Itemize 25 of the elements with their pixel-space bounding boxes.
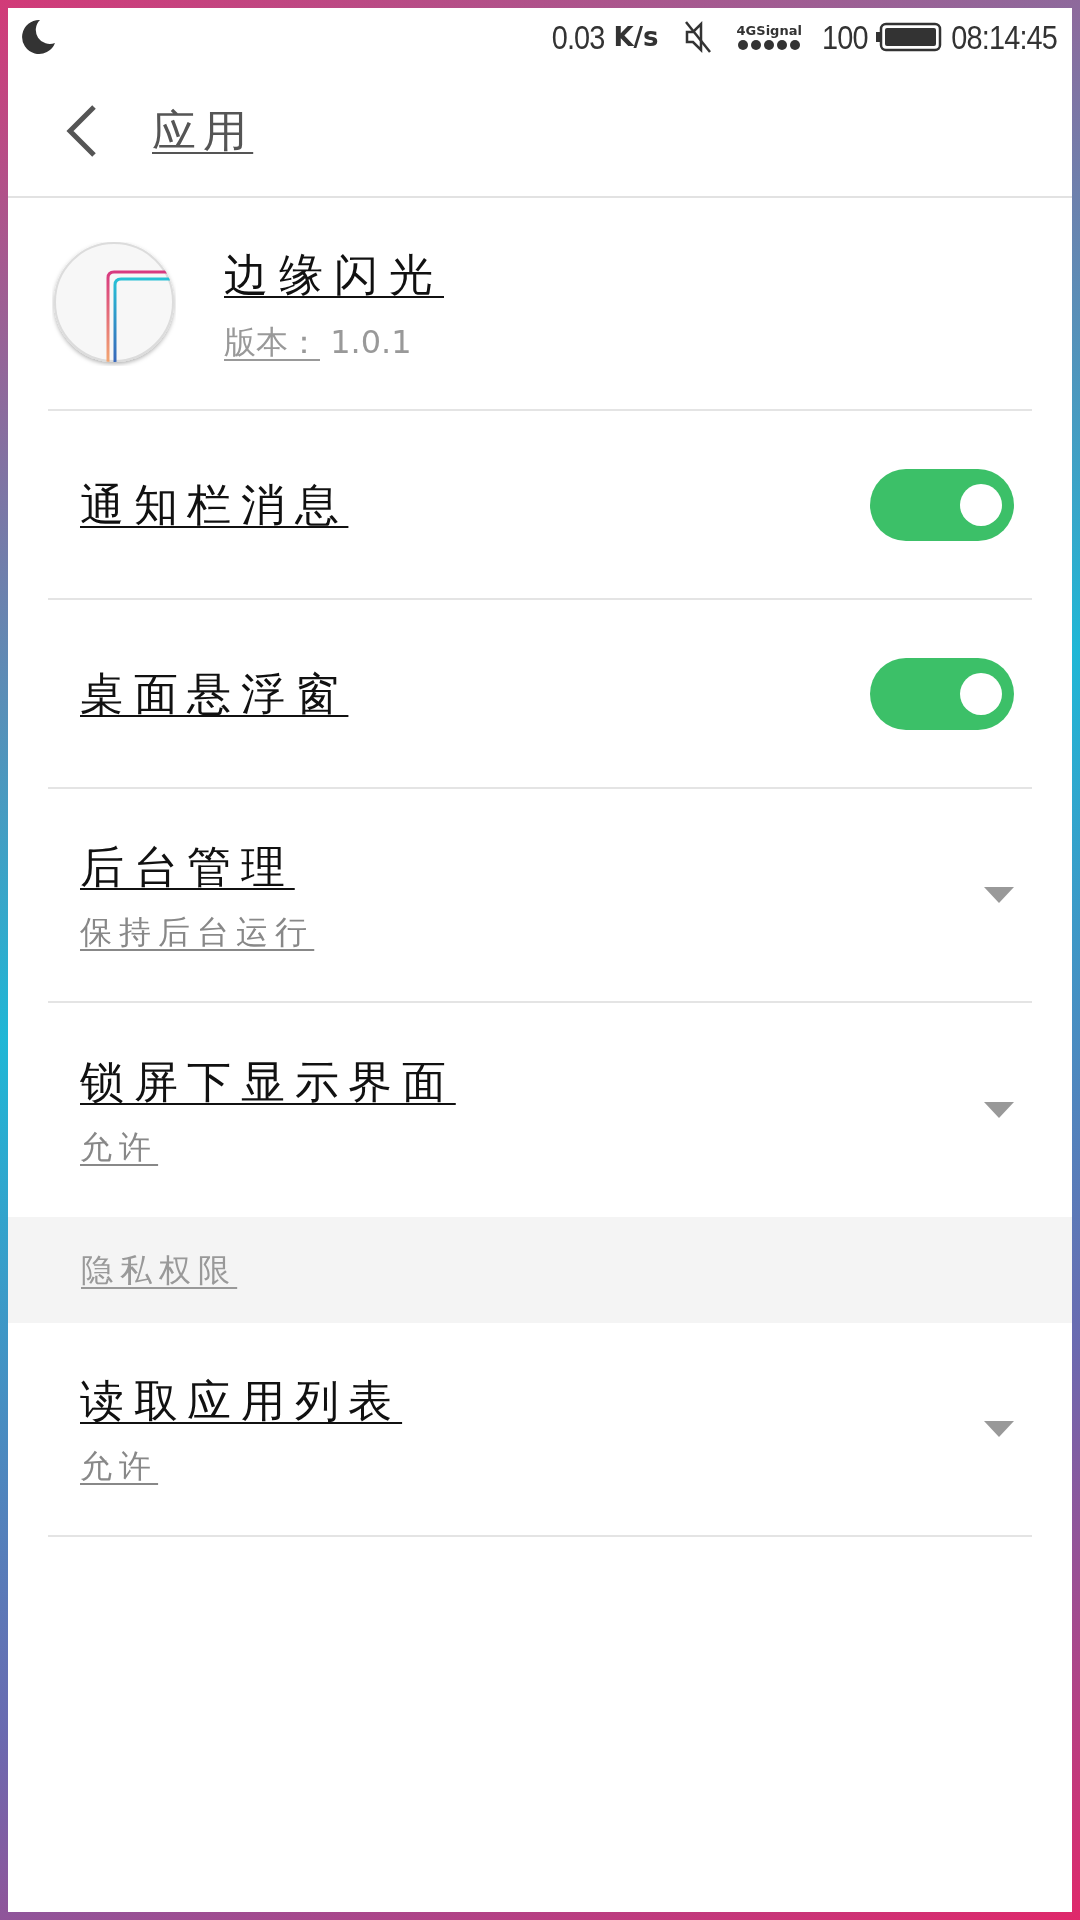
section-title: 隐私权限 xyxy=(81,1250,238,1291)
setting-label: 通知栏消息 xyxy=(80,477,349,532)
dropdown-caret-icon[interactable] xyxy=(984,887,1014,903)
setting-value: 允许 xyxy=(80,1127,160,1168)
back-icon[interactable] xyxy=(64,104,98,158)
signal-label: Signal xyxy=(756,24,802,37)
setting-value: 允许 xyxy=(80,1446,160,1487)
network-speed: 0.03 xyxy=(551,16,605,58)
dropdown-caret-icon[interactable] xyxy=(984,1421,1014,1437)
signal-icon xyxy=(738,40,801,50)
setting-label: 后台管理 xyxy=(80,840,296,894)
setting-label: 锁屏下显示界面 xyxy=(80,1055,456,1109)
speed-unit: K/s xyxy=(613,20,659,54)
battery-icon xyxy=(875,22,942,52)
network-type: 4G xyxy=(736,24,757,37)
setting-label: 读取应用列表 xyxy=(80,1374,403,1428)
setting-value: 保持后台运行 xyxy=(80,912,315,953)
page-title: 应用 xyxy=(152,104,254,158)
setting-label: 桌面悬浮窗 xyxy=(80,666,349,721)
dropdown-caret-icon[interactable] xyxy=(984,1102,1014,1118)
clock: 08:14:45 xyxy=(950,16,1057,58)
app-name: 边缘闪光 xyxy=(224,247,444,302)
app-version: 版本： 1.0.1 xyxy=(224,321,413,363)
mute-icon xyxy=(682,19,713,55)
battery-level: 100 xyxy=(821,16,868,58)
